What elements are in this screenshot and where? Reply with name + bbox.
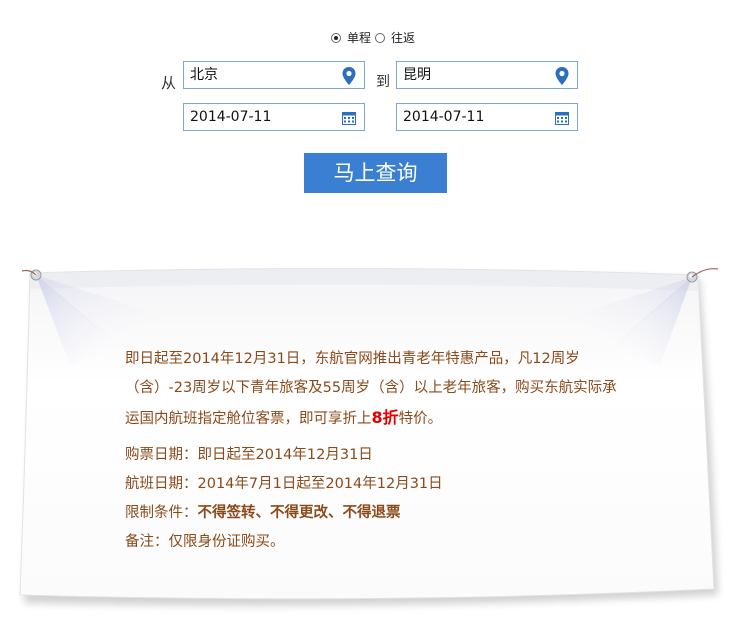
note-value: 仅限身份证购买。 <box>168 534 285 550</box>
restriction-line: 限制条件：不得签转、不得更改、不得退票 <box>125 499 625 528</box>
discount-highlight: 8折 <box>371 408 399 427</box>
round-trip-label[interactable]: 往返 <box>391 29 415 46</box>
return-date-value: 2014-07-11 <box>403 109 485 125</box>
search-button[interactable]: 马上查询 <box>304 153 447 193</box>
to-city-field[interactable]: 昆明 <box>396 61 578 89</box>
purchase-date-value: 即日起至2014年12月31日 <box>197 447 373 463</box>
from-city-value: 北京 <box>190 67 218 83</box>
purchase-date-line: 购票日期：即日起至2014年12月31日 <box>125 441 625 470</box>
promo-notice: 即日起至2014年12月31日，东航官网推出青老年特惠产品，凡12周岁（含）-2… <box>125 345 625 557</box>
promo-intro-end: 特价。 <box>398 411 443 427</box>
flight-date-label: 航班日期： <box>125 476 198 492</box>
restriction-value: 不得签转、不得更改、不得退票 <box>197 505 401 521</box>
note-line: 备注：仅限身份证购买。 <box>125 528 625 557</box>
depart-date-field[interactable]: 2014-07-11 <box>183 103 365 131</box>
one-way-radio[interactable] <box>331 32 341 43</box>
map-pin-icon[interactable] <box>342 67 356 85</box>
purchase-date-label: 购票日期： <box>125 447 198 463</box>
flight-date-value: 2014年7月1日起至2014年12月31日 <box>197 476 443 492</box>
map-pin-icon[interactable] <box>555 67 569 85</box>
depart-date-value: 2014-07-11 <box>190 109 272 125</box>
trip-type-group: 单程 往返 <box>331 29 419 46</box>
to-label: 到 <box>376 74 390 90</box>
calendar-icon[interactable] <box>342 111 356 125</box>
return-date-field[interactable]: 2014-07-11 <box>396 103 578 131</box>
flight-date-line: 航班日期：2014年7月1日起至2014年12月31日 <box>125 470 625 499</box>
one-way-label[interactable]: 单程 <box>347 29 371 46</box>
note-label: 备注： <box>125 534 169 550</box>
promo-intro: 即日起至2014年12月31日，东航官网推出青老年特惠产品，凡12周岁（含）-2… <box>125 345 625 434</box>
restriction-label: 限制条件： <box>125 505 198 521</box>
calendar-icon[interactable] <box>555 111 569 125</box>
to-city-value: 昆明 <box>403 67 431 83</box>
from-label: 从 <box>161 74 177 92</box>
round-trip-radio[interactable] <box>375 32 386 43</box>
from-city-field[interactable]: 北京 <box>183 61 365 89</box>
